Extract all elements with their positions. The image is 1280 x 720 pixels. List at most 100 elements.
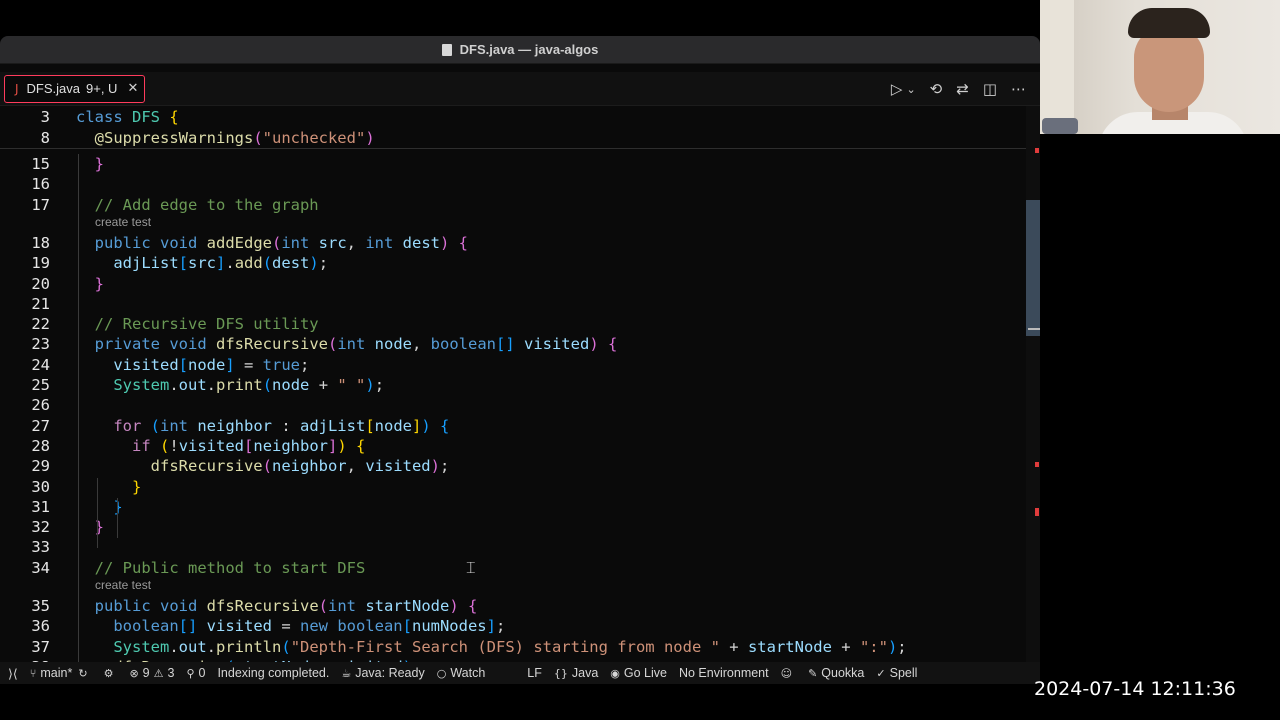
code-line[interactable]: 33 <box>0 537 1026 557</box>
compare-changes-icon[interactable]: ⇄ <box>956 80 969 98</box>
scrollbar-thumb[interactable] <box>1026 200 1040 336</box>
split-editor-icon[interactable]: ◫ <box>983 80 997 98</box>
code-line[interactable]: 15 } <box>0 154 1026 174</box>
error-marker <box>1035 508 1039 516</box>
status-bar: ⟩⟨ ⑂ main* ↻ ⚙ ⊗ 9 ⚠ 3 ⚲ 0 Indexing comp… <box>0 662 1040 684</box>
branch-indicator[interactable]: ⑂ main* ↻ <box>30 666 92 680</box>
java-file-icon: J <box>15 81 19 96</box>
line-number: 33 <box>31 538 50 557</box>
code-line[interactable]: 22 // Recursive DFS utility <box>0 314 1026 334</box>
code-text: @SuppressWarnings("unchecked") <box>94 128 375 147</box>
code-line[interactable]: 8 @SuppressWarnings("unchecked") <box>0 128 1026 148</box>
line-number: 35 <box>31 597 50 615</box>
sticky-scroll-separator <box>0 148 1026 149</box>
line-number: 30 <box>31 477 50 496</box>
error-marker <box>1035 148 1039 153</box>
environment-selector[interactable]: No Environment <box>679 666 769 680</box>
line-number: 20 <box>31 274 50 293</box>
line-number: 19 <box>31 254 50 273</box>
circle-icon: ○ <box>436 666 447 680</box>
chevron-down-icon[interactable]: ⌄ <box>906 83 915 96</box>
microphone <box>1042 118 1078 134</box>
code-line[interactable]: 16 <box>0 174 1026 194</box>
java-icon: ☕ <box>341 666 352 680</box>
code-line[interactable]: 30 } <box>0 477 1026 497</box>
code-text: public void dfsRecursive(int startNode) … <box>94 597 478 615</box>
line-number: 36 <box>31 617 50 636</box>
error-icon: ⊗ <box>129 666 139 680</box>
code-line[interactable]: 29 dfsRecursive(neighbor, visited); <box>0 456 1026 476</box>
run-icon[interactable]: ▷ <box>891 80 903 98</box>
code-text: private void dfsRecursive(int node, bool… <box>94 335 618 354</box>
line-number: 18 <box>31 233 50 252</box>
remote-indicator-icon[interactable]: ⟩⟨ <box>8 666 18 681</box>
problems-indicator[interactable]: ⊗ 9 ⚠ 3 <box>129 666 174 680</box>
close-icon[interactable]: ✕ <box>127 81 138 96</box>
line-number: 27 <box>31 416 50 435</box>
code-line[interactable]: 24 visited[node] = true; <box>0 355 1026 375</box>
code-text: System.out.println("Depth-First Search (… <box>113 637 907 656</box>
code-line[interactable]: 27 for (int neighbor : adjList[node]) { <box>0 416 1026 436</box>
code-line[interactable]: 17 // Add edge to the graph <box>0 195 1026 215</box>
code-editor[interactable]: 3 class DFS {8 @SuppressWarnings("uncheck… <box>0 106 1026 662</box>
code-line[interactable]: 32 } <box>0 517 1026 537</box>
code-text: dfsRecursive(neighbor, visited); <box>150 457 450 476</box>
java-status[interactable]: ☕ Java: Ready <box>341 666 424 680</box>
braces-icon: {} <box>553 666 568 680</box>
line-number: 23 <box>31 335 50 354</box>
code-text: adjList[src].add(dest); <box>113 254 329 273</box>
line-number: 26 <box>31 396 50 415</box>
code-text: System.out.print(node + " "); <box>113 376 385 394</box>
line-number: 17 <box>31 195 50 214</box>
git-branch-icon: ⑂ <box>29 666 37 680</box>
sync-icon[interactable]: ↻ <box>78 667 87 680</box>
code-text: } <box>113 497 123 516</box>
spell-check-button[interactable]: ✓ Spell <box>876 666 917 680</box>
code-line[interactable]: 26 <box>0 395 1026 415</box>
line-number: 15 <box>31 155 50 173</box>
indent-guide <box>78 154 79 662</box>
line-number: 3 <box>40 108 50 126</box>
window-title: DFS.java — java-algos <box>459 42 599 57</box>
code-line[interactable]: 35 public void dfsRecursive(int startNod… <box>0 596 1026 616</box>
more-actions-icon[interactable]: ⋯ <box>1011 80 1026 98</box>
publish-icon[interactable]: ⚙ <box>104 667 118 680</box>
codelens-create-test[interactable]: create test <box>95 215 151 229</box>
go-live-button[interactable]: ◉ Go Live <box>610 666 667 680</box>
tab-dfs-java[interactable]: J DFS.java 9+, U ✕ <box>4 74 146 103</box>
code-text: // Recursive DFS utility <box>94 315 319 334</box>
warning-count: 3 <box>167 666 175 680</box>
codelens-create-test[interactable]: create test <box>95 578 151 592</box>
code-line[interactable]: 34 // Public method to start DFS <box>0 558 1026 578</box>
error-count: 9 <box>142 666 150 680</box>
code-line[interactable]: 31 } <box>0 497 1026 517</box>
timeline-icon[interactable]: ⟲ <box>930 80 943 98</box>
code-text: } <box>94 518 105 537</box>
scrollbar-track[interactable] <box>1026 106 1040 662</box>
window-file-icon <box>441 43 452 56</box>
line-number: 16 <box>31 175 50 194</box>
code-line[interactable]: 18 public void addEdge(int src, int dest… <box>0 233 1026 253</box>
code-line[interactable]: 21 <box>0 294 1026 314</box>
code-line[interactable]: 20 } <box>0 274 1026 294</box>
code-line[interactable]: 25 System.out.print(node + " "); <box>0 375 1026 395</box>
language-selector[interactable]: {} Java <box>554 666 598 680</box>
presenter-face <box>1134 26 1204 112</box>
code-line[interactable]: 36 boolean[] visited = new boolean[numNo… <box>0 616 1026 636</box>
watch-button[interactable]: ○ Watch <box>437 666 486 680</box>
ports-indicator[interactable]: ⚲ 0 <box>186 666 205 680</box>
code-line[interactable]: 3 class DFS { <box>0 107 1026 127</box>
quokka-button[interactable]: ✎ Quokka <box>808 666 864 680</box>
eol-selector[interactable]: LF <box>527 666 542 680</box>
line-number: 28 <box>31 436 50 455</box>
indent-guide <box>117 498 118 538</box>
code-line[interactable]: 28 if (!visited[neighbor]) { <box>0 436 1026 456</box>
warning-icon: ⚠ <box>153 666 164 680</box>
code-line[interactable]: 19 adjList[src].add(dest); <box>0 253 1026 273</box>
code-line[interactable]: 37 System.out.println("Depth-First Searc… <box>0 637 1026 657</box>
copilot-icon[interactable]: ☺ <box>781 667 796 680</box>
line-number: 21 <box>31 294 50 313</box>
code-line[interactable]: 23 private void dfsRecursive(int node, b… <box>0 334 1026 354</box>
vscode-window: DFS.java — java-algos J DFS.java 9+, U ✕… <box>0 36 1040 684</box>
line-number: 32 <box>31 518 50 537</box>
